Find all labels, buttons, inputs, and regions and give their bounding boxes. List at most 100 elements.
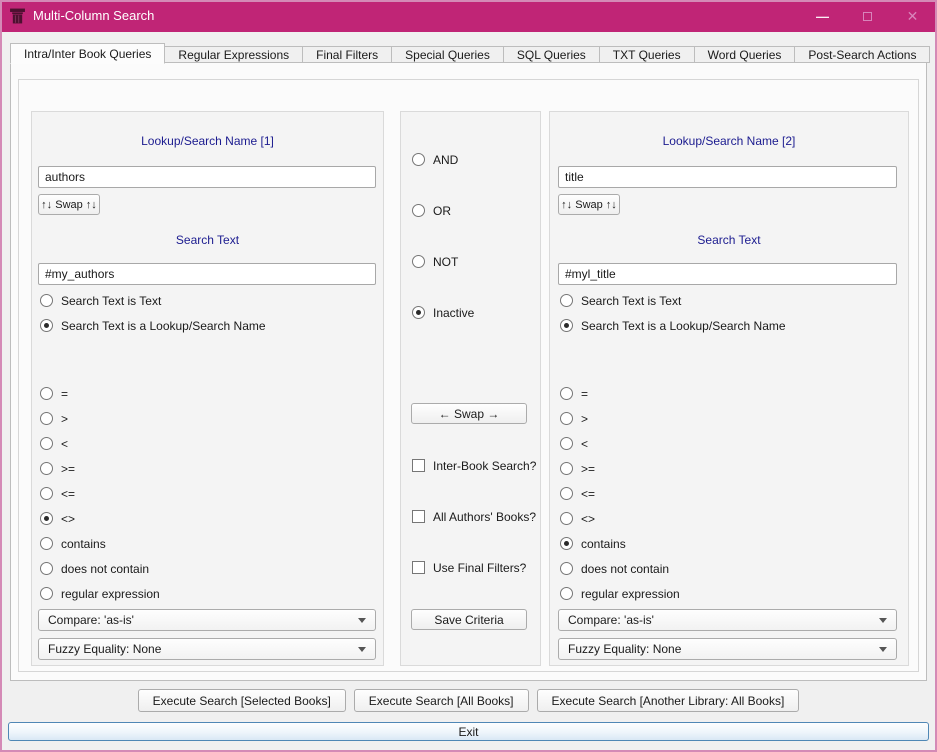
operator-radio[interactable]: <: [560, 436, 680, 451]
radio-indicator: [560, 587, 573, 600]
text-type-radio[interactable]: Search Text is a Lookup/Search Name: [40, 318, 266, 333]
fuzzy-dropdown-2[interactable]: Fuzzy Equality: None: [558, 638, 897, 660]
radio-label: >: [581, 411, 589, 426]
checkbox-label: All Authors' Books?: [433, 509, 537, 524]
operator-radio[interactable]: regular expression: [40, 586, 160, 601]
search-text-header-2: Search Text: [697, 233, 761, 247]
option-checkbox-group: Inter-Book Search? All Authors' Books? U…: [412, 458, 536, 575]
radio-label: contains: [61, 536, 106, 551]
tab[interactable]: TXT Queries: [599, 46, 695, 63]
operator-radio[interactable]: >=: [40, 461, 160, 476]
query-panel-2: Lookup/Search Name [2] ↑↓ Swap ↑↓ Search…: [549, 111, 909, 666]
lookup-name-input-2[interactable]: [558, 166, 897, 188]
execute-search-button[interactable]: Execute Search [Another Library: All Boo…: [536, 689, 800, 712]
execute-buttons-row: Execute Search [Selected Books] Execute …: [0, 689, 937, 712]
radio-indicator: [40, 562, 53, 575]
radio-label: regular expression: [61, 586, 160, 601]
radio-indicator: [560, 387, 573, 400]
execute-search-button[interactable]: Execute Search [Selected Books]: [137, 689, 346, 712]
execute-search-label: Execute Search [Selected Books]: [152, 693, 331, 708]
radio-label: Search Text is Text: [61, 293, 162, 308]
radio-label: does not contain: [581, 561, 670, 576]
swap-within-column-button-1[interactable]: ↑↓ Swap ↑↓: [38, 194, 100, 215]
search-text-input-2[interactable]: [558, 263, 897, 285]
logic-radio[interactable]: AND: [412, 152, 474, 167]
radio-label: >: [61, 411, 69, 426]
radio-label: >=: [581, 461, 596, 476]
tab-label: Word Queries: [707, 47, 782, 62]
radio-label: Search Text is a Lookup/Search Name: [61, 318, 266, 333]
tab[interactable]: Regular Expressions: [165, 46, 304, 63]
tab[interactable]: Special Queries: [392, 46, 504, 63]
lookup-name-input-1[interactable]: [38, 166, 376, 188]
compare-dropdown-2[interactable]: Compare: 'as-is': [558, 609, 897, 631]
operator-radio[interactable]: <=: [560, 486, 680, 501]
minimize-button[interactable]: —: [800, 0, 845, 32]
text-type-radio[interactable]: Search Text is Text: [40, 293, 266, 308]
logic-radio[interactable]: Inactive: [412, 305, 474, 320]
radio-indicator: [560, 512, 573, 525]
tab[interactable]: Post-Search Actions: [795, 46, 931, 63]
operator-radio[interactable]: <=: [40, 486, 160, 501]
tab-label: Intra/Inter Book Queries: [24, 46, 152, 61]
search-text-input-1[interactable]: [38, 263, 376, 285]
text-type-radio[interactable]: Search Text is a Lookup/Search Name: [560, 318, 786, 333]
operator-radio[interactable]: contains: [560, 536, 680, 551]
operator-radio[interactable]: >: [560, 411, 680, 426]
tab[interactable]: Final Filters: [303, 46, 393, 63]
lookup-name-header-2: Lookup/Search Name [2]: [662, 134, 796, 148]
lookup-name-header-1: Lookup/Search Name [1]: [141, 134, 274, 148]
titlebar: Multi-Column Search — ✕: [0, 0, 937, 32]
operator-radio[interactable]: <: [40, 436, 160, 451]
radio-indicator: [560, 319, 573, 332]
chevron-down-icon: [358, 617, 366, 623]
radio-label: Inactive: [433, 305, 475, 320]
operator-radio[interactable]: <>: [560, 511, 680, 526]
option-checkbox[interactable]: Use Final Filters?: [412, 560, 536, 575]
operator-radio[interactable]: regular expression: [560, 586, 680, 601]
radio-label: <=: [581, 486, 596, 501]
radio-label: <=: [61, 486, 76, 501]
radio-indicator: [560, 462, 573, 475]
text-type-radio[interactable]: Search Text is Text: [560, 293, 786, 308]
operator-radio[interactable]: >=: [560, 461, 680, 476]
fuzzy-dropdown-1[interactable]: Fuzzy Equality: None: [38, 638, 376, 660]
operator-radio[interactable]: does not contain: [560, 561, 680, 576]
swap-within-column-button-2[interactable]: ↑↓ Swap ↑↓: [558, 194, 620, 215]
chevron-down-icon: [879, 646, 887, 652]
tab[interactable]: SQL Queries: [503, 46, 600, 63]
radio-label: >=: [61, 461, 76, 476]
radio-indicator: [40, 294, 53, 307]
operator-radio[interactable]: >: [40, 411, 160, 426]
option-checkbox[interactable]: Inter-Book Search?: [412, 458, 536, 473]
compare-dropdown-1[interactable]: Compare: 'as-is': [38, 609, 376, 631]
maximize-button[interactable]: [845, 0, 890, 32]
query-panel-1: Lookup/Search Name [1] ↑↓ Swap ↑↓ Search…: [31, 111, 384, 666]
logic-radio[interactable]: OR: [412, 203, 474, 218]
radio-label: <: [581, 436, 589, 451]
operator-radio[interactable]: =: [40, 386, 160, 401]
tab-label: TXT Queries: [612, 47, 681, 62]
save-criteria-button[interactable]: Save Criteria: [411, 609, 527, 630]
operator-radio[interactable]: contains: [40, 536, 160, 551]
compare-dropdown-value: Compare: 'as-is': [48, 613, 134, 627]
radio-label: =: [61, 386, 69, 401]
operator-radio[interactable]: does not contain: [40, 561, 160, 576]
logic-radio[interactable]: NOT: [412, 254, 474, 269]
radio-indicator: [40, 512, 53, 525]
operator-radio[interactable]: <>: [40, 511, 160, 526]
swap-columns-button[interactable]: ← Swap →: [411, 403, 527, 424]
close-button[interactable]: ✕: [890, 0, 935, 32]
option-checkbox[interactable]: All Authors' Books?: [412, 509, 536, 524]
exit-button[interactable]: Exit: [8, 722, 929, 741]
checkbox-label: Use Final Filters?: [433, 560, 527, 575]
execute-search-button[interactable]: Execute Search [All Books]: [353, 689, 529, 712]
tab[interactable]: Intra/Inter Book Queries: [10, 43, 166, 64]
operator-radio-group-1: = > < >= <= <> contains does not contain…: [40, 386, 160, 601]
fuzzy-dropdown-value: Fuzzy Equality: None: [568, 642, 682, 656]
radio-indicator: [40, 437, 53, 450]
operator-radio[interactable]: =: [560, 386, 680, 401]
radio-label: contains: [581, 536, 626, 551]
tab[interactable]: Word Queries: [694, 46, 796, 63]
radio-indicator: [40, 319, 53, 332]
